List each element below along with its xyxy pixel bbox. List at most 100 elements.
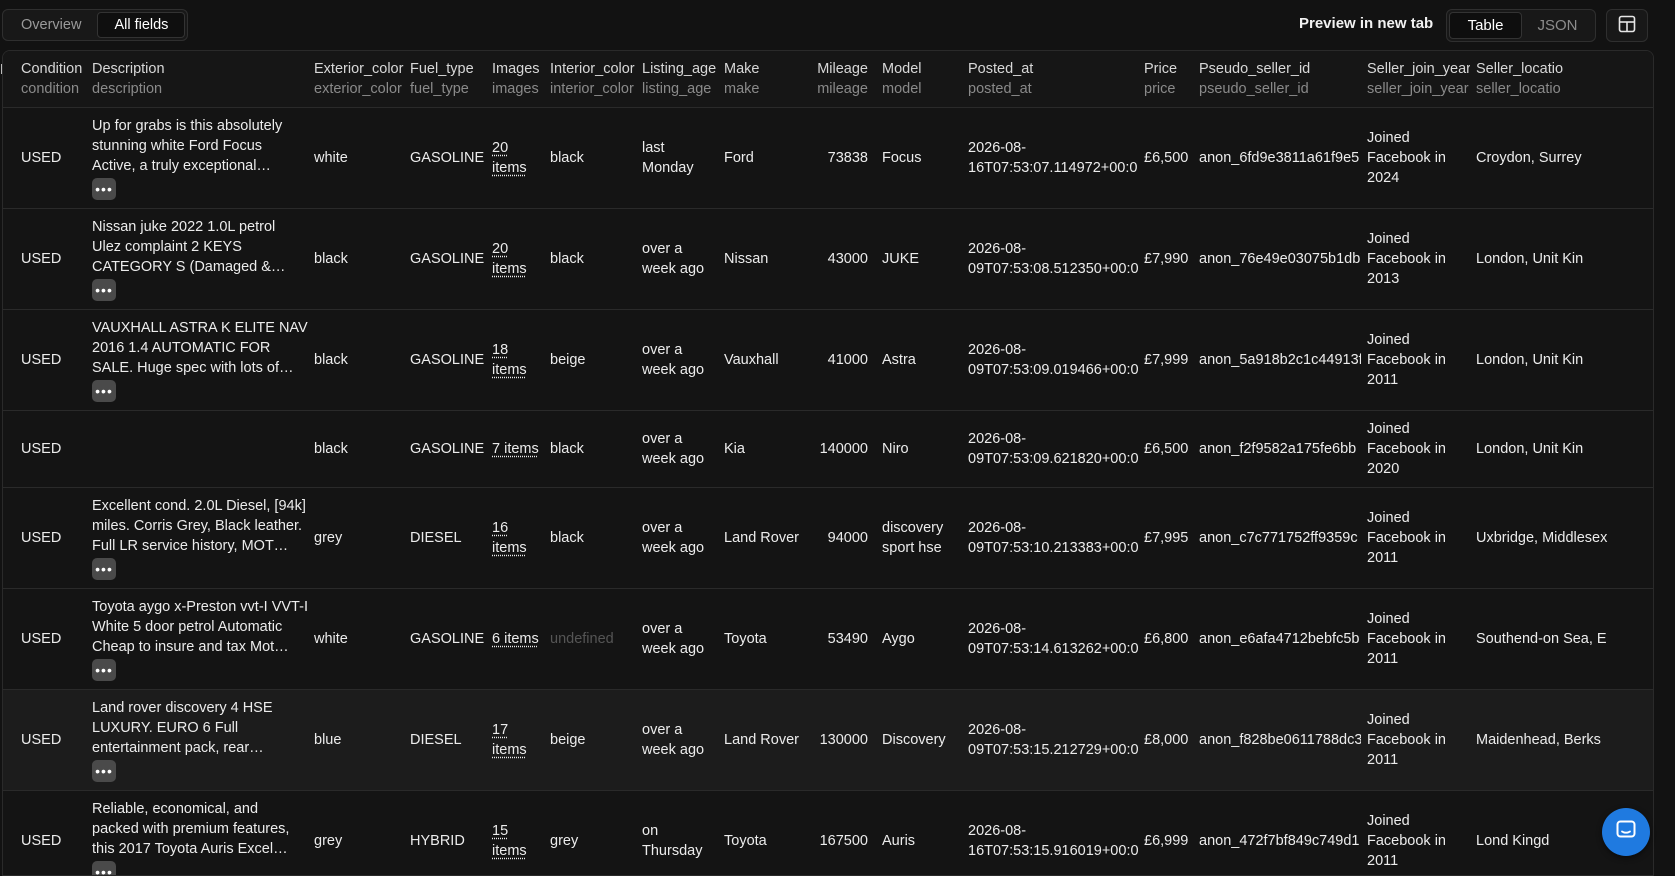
column-key: seller_locatio <box>1476 80 1561 97</box>
condition-value: USED <box>21 529 62 546</box>
column-header-exterior-color[interactable]: Exterior_color exterior_color <box>308 51 404 108</box>
tab-all-fields[interactable]: All fields <box>97 12 186 38</box>
listing-age-value: over a week ago <box>642 620 705 657</box>
cell-fuel-type: GASOLINE <box>404 107 486 209</box>
table-row[interactable]: USED Toyota aygo x-Preston vvt-I VVT-I Wh… <box>3 588 1653 690</box>
table-row[interactable]: USED Land rover discovery 4 HSE LUXURY. E… <box>3 689 1653 791</box>
cell-listing-age: over a week ago <box>636 410 718 488</box>
table-row[interactable]: USED Reliable, economical, and packed wit… <box>3 790 1653 875</box>
column-key: make <box>724 80 760 97</box>
fuel-type-value: HYBRID <box>410 832 465 849</box>
cell-seller-join-year: Joined Facebook in 2011 <box>1361 487 1470 589</box>
images-link[interactable]: 20 items <box>492 140 527 176</box>
cell-pseudo-seller-id: anon_76e49e03075b1db7 <box>1193 208 1361 310</box>
table-row[interactable]: USED Excellent cond. 2.0L Diesel, [94k] m… <box>3 487 1653 589</box>
cell-model: Auris <box>876 790 962 875</box>
expand-description-button[interactable]: ••• <box>92 379 116 402</box>
images-link[interactable]: 6 items <box>492 631 539 647</box>
column-header-listing-age[interactable]: Listing_age listing_age <box>636 51 718 108</box>
tab-json[interactable]: JSON <box>1522 12 1593 39</box>
posted-at-value: 2026-08-09T07:53:15.212729+00:00 <box>968 721 1138 758</box>
images-link[interactable]: 15 items <box>492 823 527 859</box>
column-header-make[interactable]: Make make <box>718 51 810 108</box>
tab-overview[interactable]: Overview <box>5 12 97 38</box>
column-header-fuel-type[interactable]: Fuel_type fuel_type <box>404 51 486 108</box>
listing-age-value: over a week ago <box>642 430 705 467</box>
mileage-value: 130000 <box>819 731 868 748</box>
column-label: Price <box>1144 60 1178 77</box>
mileage-value: 53490 <box>827 630 868 647</box>
layout-toggle-button[interactable] <box>1606 9 1648 42</box>
column-header-mileage[interactable]: Mileage mileage <box>810 51 876 108</box>
seller-location-value: Lond Kingd <box>1476 832 1550 849</box>
make-value: Land Rover <box>724 529 799 546</box>
images-link[interactable]: 17 items <box>492 722 527 758</box>
column-header-model[interactable]: Model model <box>876 51 962 108</box>
column-header-seller-locatio[interactable]: Seller_locatio seller_locatio <box>1470 51 1653 108</box>
interior-color-value: grey <box>550 832 579 849</box>
column-header-seller-join-year[interactable]: Seller_join_year seller_join_year <box>1361 51 1470 108</box>
pseudo-seller-id-value: anon_c7c771752ff9359c <box>1199 529 1358 546</box>
description-text: Excellent cond. 2.0L Diesel, [94k] miles… <box>92 497 306 554</box>
condition-value: USED <box>21 630 62 647</box>
expand-description-button[interactable]: ••• <box>92 557 116 580</box>
price-value: £6,999 <box>1144 832 1189 849</box>
images-link[interactable]: 20 items <box>492 241 527 277</box>
scrollbar[interactable] <box>1654 50 1675 876</box>
condition-value: USED <box>21 731 62 748</box>
expand-description-button[interactable]: ••• <box>92 759 116 782</box>
cell-listing-age: over a week ago <box>636 208 718 310</box>
column-key: description <box>92 80 163 97</box>
cell-seller-join-year: Joined Facebook in 2011 <box>1361 689 1470 791</box>
table-row[interactable]: USED VAUXHALL ASTRA K ELITE NAV 2016 1.4 … <box>3 309 1653 411</box>
cell-price: £8,000 <box>1138 689 1193 791</box>
cell-fuel-type: GASOLINE <box>404 208 486 310</box>
model-value: JUKE <box>882 250 920 267</box>
cell-images: 18 items <box>486 309 544 411</box>
tab-table[interactable]: Table <box>1449 12 1522 39</box>
cell-images: 16 items <box>486 487 544 589</box>
column-key: exterior_color <box>314 80 402 97</box>
expand-description-button[interactable]: ••• <box>92 658 116 681</box>
make-value: Toyota <box>724 630 767 647</box>
expand-description-button[interactable]: ••• <box>92 278 116 301</box>
make-value: Ford <box>724 149 754 166</box>
cell-fuel-type: DIESEL <box>404 689 486 791</box>
pseudo-seller-id-value: anon_e6afa4712bebfc5b <box>1199 630 1360 647</box>
column-label: Mileage <box>817 60 868 77</box>
column-header-condition[interactable]: Condition condition <box>3 51 86 108</box>
seller-join-year-value: Joined Facebook in 2011 <box>1367 331 1446 388</box>
column-header-posted-at[interactable]: Posted_at posted_at <box>962 51 1138 108</box>
posted-at-value: 2026-08-09T07:53:10.213383+00:00 <box>968 519 1138 556</box>
seller-location-value: Maidenhead, Berks <box>1476 731 1601 748</box>
mileage-value: 140000 <box>819 440 868 457</box>
cell-description: VAUXHALL ASTRA K ELITE NAV 2016 1.4 AUTO… <box>86 309 308 411</box>
seller-join-year-value: Joined Facebook in 2013 <box>1367 230 1446 287</box>
fuel-type-value: DIESEL <box>410 529 462 546</box>
cell-description: Land rover discovery 4 HSE LUXURY. EURO … <box>86 689 308 791</box>
interior-color-value: black <box>550 529 584 546</box>
condition-value: USED <box>21 440 62 457</box>
images-link[interactable]: 18 items <box>492 342 527 378</box>
column-header-description[interactable]: Description description <box>86 51 308 108</box>
table-row[interactable]: USED Nissan juke 2022 1.0L petrol Ulez co… <box>3 208 1653 310</box>
cell-price: £7,995 <box>1138 487 1193 589</box>
column-header-interior-color[interactable]: Interior_color interior_color <box>544 51 636 108</box>
images-link[interactable]: 7 items <box>492 441 539 457</box>
cell-seller-location: Croydon, Surrey <box>1470 107 1653 209</box>
cell-condition: USED <box>3 410 86 488</box>
expand-description-button[interactable]: ••• <box>92 860 116 875</box>
seller-location-value: London, Unit Kin <box>1476 250 1584 267</box>
chat-launcher-button[interactable] <box>1602 808 1650 856</box>
expand-description-button[interactable]: ••• <box>92 177 116 200</box>
table-row[interactable]: USED black GASOLINE 7 items black over a week… <box>3 410 1653 488</box>
cell-condition: USED <box>3 689 86 791</box>
table-row[interactable]: USED Up for grabs is this absolutely stun… <box>3 107 1653 209</box>
cell-posted-at: 2026-08-09T07:53:09.621820+00:00 <box>962 410 1138 488</box>
column-header-price[interactable]: Price price <box>1138 51 1193 108</box>
column-header-images[interactable]: Images images <box>486 51 544 108</box>
cell-mileage: 41000 <box>810 309 876 411</box>
column-header-pseudo-seller-id[interactable]: Pseudo_seller_id pseudo_seller_id <box>1193 51 1361 108</box>
images-link[interactable]: 16 items <box>492 520 527 556</box>
preview-in-new-tab-link[interactable]: Preview in new tab <box>1299 15 1433 32</box>
